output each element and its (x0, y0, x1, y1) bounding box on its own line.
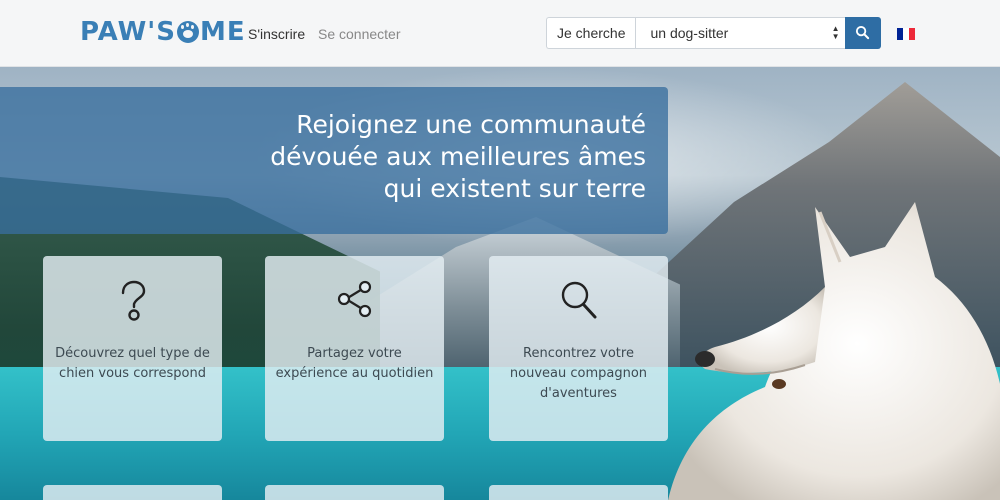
magnifier-icon (561, 281, 596, 319)
feature-card-meet[interactable]: Rencontrez votre nouveau compagnon d'ave… (489, 256, 668, 441)
feature-card-partial[interactable] (489, 485, 668, 500)
feature-card-text: Partagez votre expérience au quotidien (275, 346, 434, 381)
feature-card-text: Découvrez quel type de chien vous corres… (55, 346, 210, 381)
question-icon (121, 280, 145, 321)
headline-line-1: Rejoignez une communauté (296, 110, 646, 139)
feature-card-dog-type[interactable]: Découvrez quel type de chien vous corres… (43, 256, 222, 441)
headline-banner: Rejoignez une communauté dévouée aux mei… (0, 87, 668, 234)
headline-line-3: qui existent sur terre (383, 174, 646, 203)
search-button[interactable] (845, 17, 881, 49)
search-type-select[interactable]: un dog-sitter ▲ ▼ (635, 17, 849, 49)
feature-card-partial[interactable] (43, 485, 222, 500)
login-link[interactable]: Se connecter (318, 26, 401, 42)
feature-card-text: Rencontrez votre nouveau compagnon d'ave… (509, 346, 648, 401)
search-label: Je cherche (546, 17, 636, 49)
feature-card-share[interactable]: Partagez votre expérience au quotidien (265, 256, 444, 441)
headline-line-2: dévouée aux meilleures âmes (270, 142, 646, 171)
flag-fr-icon[interactable] (897, 28, 915, 40)
search-type-value: un dog-sitter (650, 25, 729, 41)
feature-card-partial[interactable] (265, 485, 444, 500)
share-icon (337, 280, 371, 318)
paw-icon (177, 21, 199, 43)
hero-headline: Rejoignez une communauté dévouée aux mei… (86, 109, 646, 205)
signup-link[interactable]: S'inscrire (248, 26, 305, 42)
hero-section: Rejoignez une communauté dévouée aux mei… (0, 67, 1000, 500)
search-icon (855, 25, 870, 40)
select-arrows-icon: ▲ ▼ (831, 24, 840, 41)
top-navbar: PAW'S ME S'inscrire Se connecter Je cherc… (0, 0, 1000, 67)
dog-image (668, 202, 1000, 500)
brand-logo[interactable]: PAW'S ME (80, 17, 246, 47)
brand-logo-text-right: ME (200, 17, 246, 47)
brand-logo-text-left: PAW'S (80, 17, 176, 47)
search-form: Je cherche un dog-sitter ▲ ▼ (546, 17, 881, 49)
